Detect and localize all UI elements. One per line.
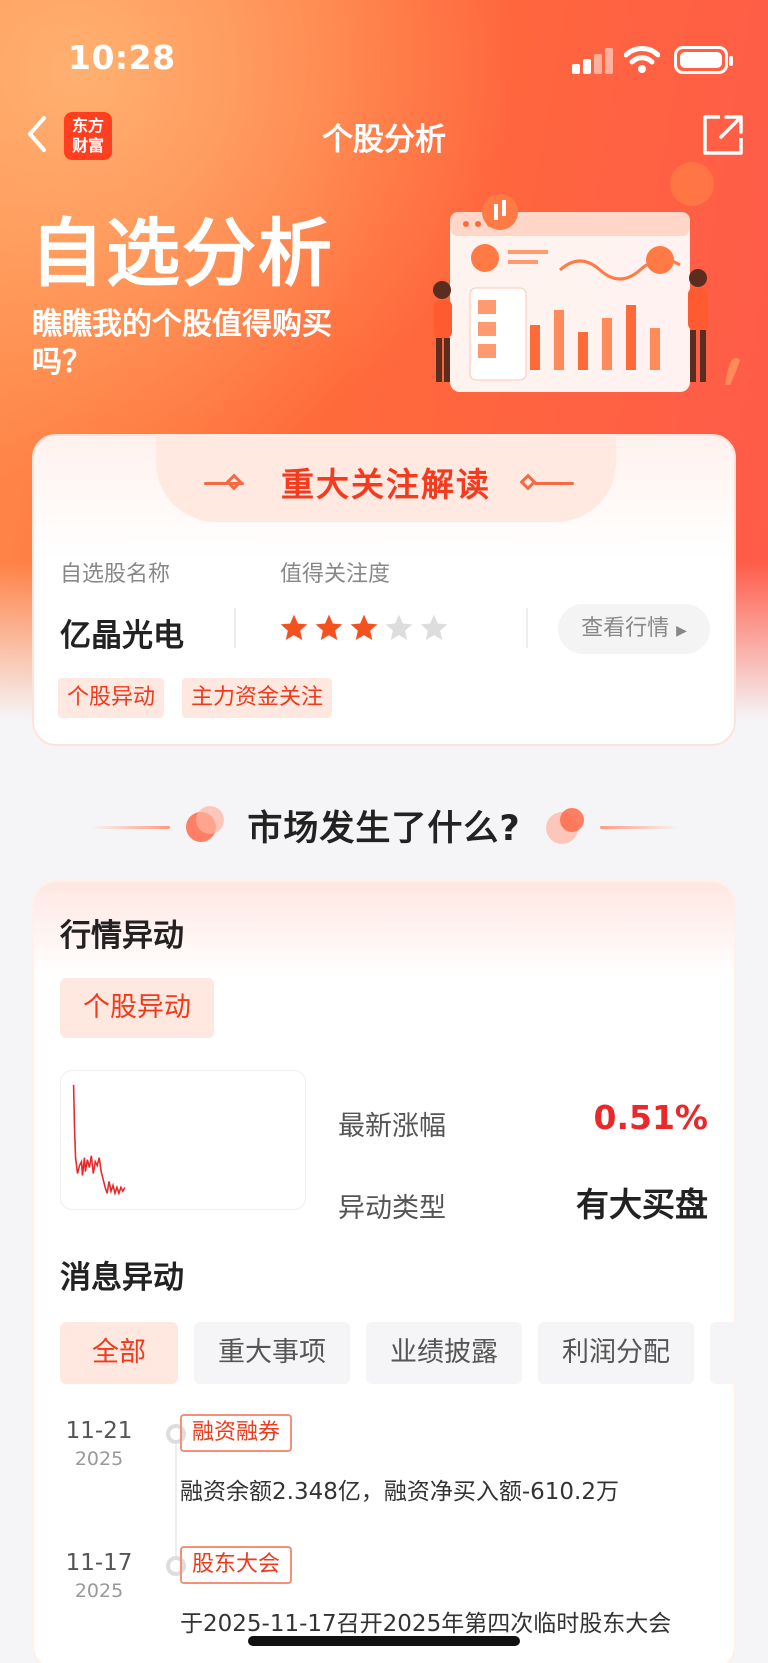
news-tag: 股东大会 [180, 1546, 293, 1584]
tab-dividends[interactable]: 利润分配 [538, 1322, 694, 1384]
tab-major-events[interactable]: 重大事项 [194, 1322, 350, 1384]
tag-main-funds: 主力资金关注 [182, 678, 333, 718]
analysis-illustration [433, 162, 740, 392]
focus-card-title: 重大关注解读 [281, 465, 491, 504]
view-quote-label: 查看行情 [581, 616, 670, 641]
latest-change-value: 0.51% [593, 1098, 709, 1137]
tab-all[interactable]: 全部 [60, 1322, 178, 1384]
home-indicator [248, 1636, 520, 1646]
section-line-right [600, 826, 680, 829]
decor-line [534, 482, 574, 485]
stock-name-label: 自选股名称 [60, 562, 171, 587]
news-day: 11-17 [65, 1550, 133, 1576]
tab-more[interactable]: 资 [710, 1322, 738, 1384]
anomaly-type-label: 异动类型 [338, 1193, 446, 1224]
news-date: 11-17 2025 [54, 1550, 144, 1602]
news-day: 11-21 [65, 1418, 133, 1444]
share-icon[interactable] [700, 112, 746, 158]
divider [234, 608, 236, 648]
stock-name: 亿晶光电 [60, 618, 184, 654]
focus-card: 重大关注解读 自选股名称 值得关注度 亿晶光电 查看行情 ▶ 个股异动 主力资金… [32, 434, 736, 746]
news-anomaly-heading: 消息异动 [60, 1260, 184, 1296]
wifi-icon [624, 46, 660, 73]
view-quote-button[interactable]: 查看行情 ▶ [558, 604, 710, 654]
intraday-price-line [72, 1084, 126, 1197]
status-time: 10:28 [68, 38, 176, 77]
tab-earnings[interactable]: 业绩披露 [366, 1322, 522, 1384]
news-year: 2025 [74, 1580, 124, 1602]
rating-label: 值得关注度 [280, 562, 391, 587]
tag-stock-anomaly: 个股异动 [58, 678, 165, 718]
news-item-text[interactable]: 于2025-11-17召开2025年第四次临时股东大会 [180, 1604, 671, 1638]
anomaly-type-value: 有大买盘 [576, 1185, 708, 1224]
star-empty-icon [385, 614, 413, 640]
intraday-mini-chart[interactable] [60, 1070, 306, 1210]
caret-right-icon: ▶ [676, 623, 687, 639]
divider [526, 608, 528, 648]
news-item-text[interactable]: 融资余额2.348亿，融资净买入额-610.2万 [180, 1472, 619, 1506]
news-year: 2025 [74, 1448, 124, 1470]
cellular-signal-icon [572, 48, 614, 74]
market-anomaly-heading: 行情异动 [60, 918, 184, 954]
hero-subtitle: 瞧瞧我的个股值得购买吗？ [32, 307, 332, 380]
market-card: 行情异动 个股异动 最新涨幅 0.51% 异动类型 有大买盘 消息异动 全部 重大… [32, 880, 738, 1663]
page-title: 个股分析 [322, 122, 446, 158]
news-date: 11-21 2025 [54, 1418, 144, 1470]
hero-title: 自选分析 [30, 211, 334, 297]
star-filled-icon [350, 614, 378, 640]
battery-icon [674, 46, 733, 74]
decor-bubble-icon [560, 808, 584, 832]
latest-change-label: 最新涨幅 [338, 1111, 446, 1142]
star-filled-icon [315, 614, 343, 640]
news-filter-tabs: 全部重大事项业绩披露利润分配资 [60, 1322, 738, 1384]
rating-stars [278, 612, 453, 648]
star-empty-icon [420, 614, 448, 640]
star-filled-icon [280, 614, 308, 640]
news-tag: 融资融券 [180, 1414, 293, 1452]
tag-stock-anomaly[interactable]: 个股异动 [60, 978, 214, 1038]
timeline-line [175, 1428, 177, 1558]
